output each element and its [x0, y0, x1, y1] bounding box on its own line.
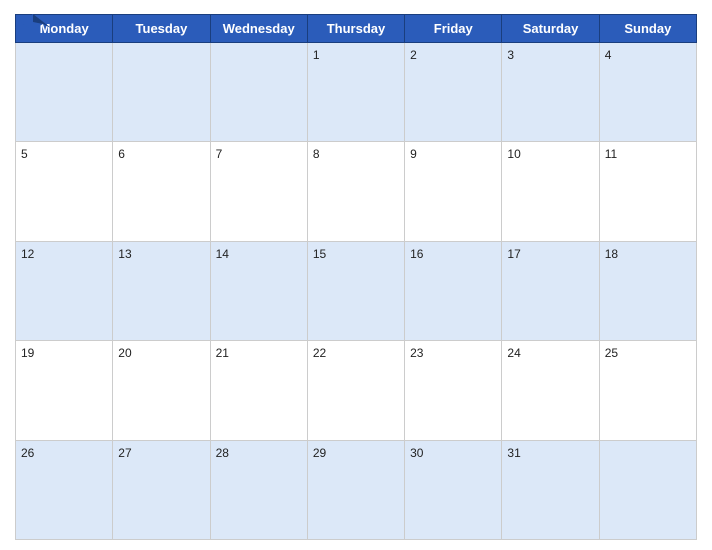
calendar-cell: 18 [599, 241, 696, 340]
day-number: 12 [21, 247, 34, 261]
day-header-tuesday: Tuesday [113, 15, 210, 43]
calendar-cell: 12 [16, 241, 113, 340]
day-number: 15 [313, 247, 326, 261]
day-number: 20 [118, 346, 131, 360]
day-header-thursday: Thursday [307, 15, 404, 43]
calendar-table: MondayTuesdayWednesdayThursdayFridaySatu… [15, 14, 697, 540]
calendar-cell: 8 [307, 142, 404, 241]
calendar-cell: 19 [16, 341, 113, 440]
day-header-friday: Friday [405, 15, 502, 43]
calendar-cell: 14 [210, 241, 307, 340]
calendar-cell [599, 440, 696, 539]
day-number: 3 [507, 48, 514, 62]
days-of-week-row: MondayTuesdayWednesdayThursdayFridaySatu… [16, 15, 697, 43]
calendar-cell: 30 [405, 440, 502, 539]
week-row-5: 26 27 28 29 30 31 [16, 440, 697, 539]
day-number: 30 [410, 446, 423, 460]
calendar-cell [16, 43, 113, 142]
logo [15, 10, 51, 32]
calendar-cell: 21 [210, 341, 307, 440]
calendar-cell: 16 [405, 241, 502, 340]
calendar-cell [210, 43, 307, 142]
day-number: 28 [216, 446, 229, 460]
day-header-sunday: Sunday [599, 15, 696, 43]
day-number: 21 [216, 346, 229, 360]
day-number: 13 [118, 247, 131, 261]
day-number: 8 [313, 147, 320, 161]
day-number: 10 [507, 147, 520, 161]
day-number: 6 [118, 147, 125, 161]
day-number: 19 [21, 346, 34, 360]
day-number: 23 [410, 346, 423, 360]
calendar-cell: 17 [502, 241, 599, 340]
calendar-cell: 6 [113, 142, 210, 241]
day-number: 11 [605, 147, 617, 161]
week-row-4: 19 20 21 22 23 24 25 [16, 341, 697, 440]
week-row-3: 12 13 14 15 16 17 18 [16, 241, 697, 340]
calendar-cell: 31 [502, 440, 599, 539]
calendar-cell: 26 [16, 440, 113, 539]
day-number: 14 [216, 247, 229, 261]
day-number: 29 [313, 446, 326, 460]
calendar-cell: 5 [16, 142, 113, 241]
calendar-cell: 11 [599, 142, 696, 241]
calendar-cell: 3 [502, 43, 599, 142]
calendar-cell [113, 43, 210, 142]
day-header-wednesday: Wednesday [210, 15, 307, 43]
day-number: 1 [313, 48, 320, 62]
week-row-1: 1 2 3 4 [16, 43, 697, 142]
day-number: 24 [507, 346, 520, 360]
day-header-saturday: Saturday [502, 15, 599, 43]
calendar-cell: 13 [113, 241, 210, 340]
calendar-cell: 7 [210, 142, 307, 241]
week-row-2: 5 6 7 8 9 10 11 [16, 142, 697, 241]
day-number: 18 [605, 247, 618, 261]
calendar-cell: 20 [113, 341, 210, 440]
day-number: 2 [410, 48, 417, 62]
day-number: 9 [410, 147, 417, 161]
day-number: 22 [313, 346, 326, 360]
calendar-cell: 25 [599, 341, 696, 440]
day-number: 7 [216, 147, 223, 161]
calendar-cell: 10 [502, 142, 599, 241]
calendar-cell: 4 [599, 43, 696, 142]
calendar-header: MondayTuesdayWednesdayThursdayFridaySatu… [16, 15, 697, 43]
calendar-cell: 15 [307, 241, 404, 340]
day-number: 16 [410, 247, 423, 261]
day-number: 31 [507, 446, 520, 460]
calendar-cell: 29 [307, 440, 404, 539]
day-number: 27 [118, 446, 131, 460]
calendar-cell: 24 [502, 341, 599, 440]
calendar-cell: 28 [210, 440, 307, 539]
day-number: 4 [605, 48, 612, 62]
calendar-cell: 1 [307, 43, 404, 142]
calendar-body: 1234567891011121314151617181920212223242… [16, 43, 697, 540]
calendar-cell: 2 [405, 43, 502, 142]
logo-bird-icon [15, 10, 51, 32]
calendar-cell: 27 [113, 440, 210, 539]
day-number: 25 [605, 346, 618, 360]
calendar-cell: 9 [405, 142, 502, 241]
calendar-cell: 22 [307, 341, 404, 440]
calendar-cell: 23 [405, 341, 502, 440]
day-number: 17 [507, 247, 520, 261]
day-number: 26 [21, 446, 34, 460]
day-number: 5 [21, 147, 28, 161]
